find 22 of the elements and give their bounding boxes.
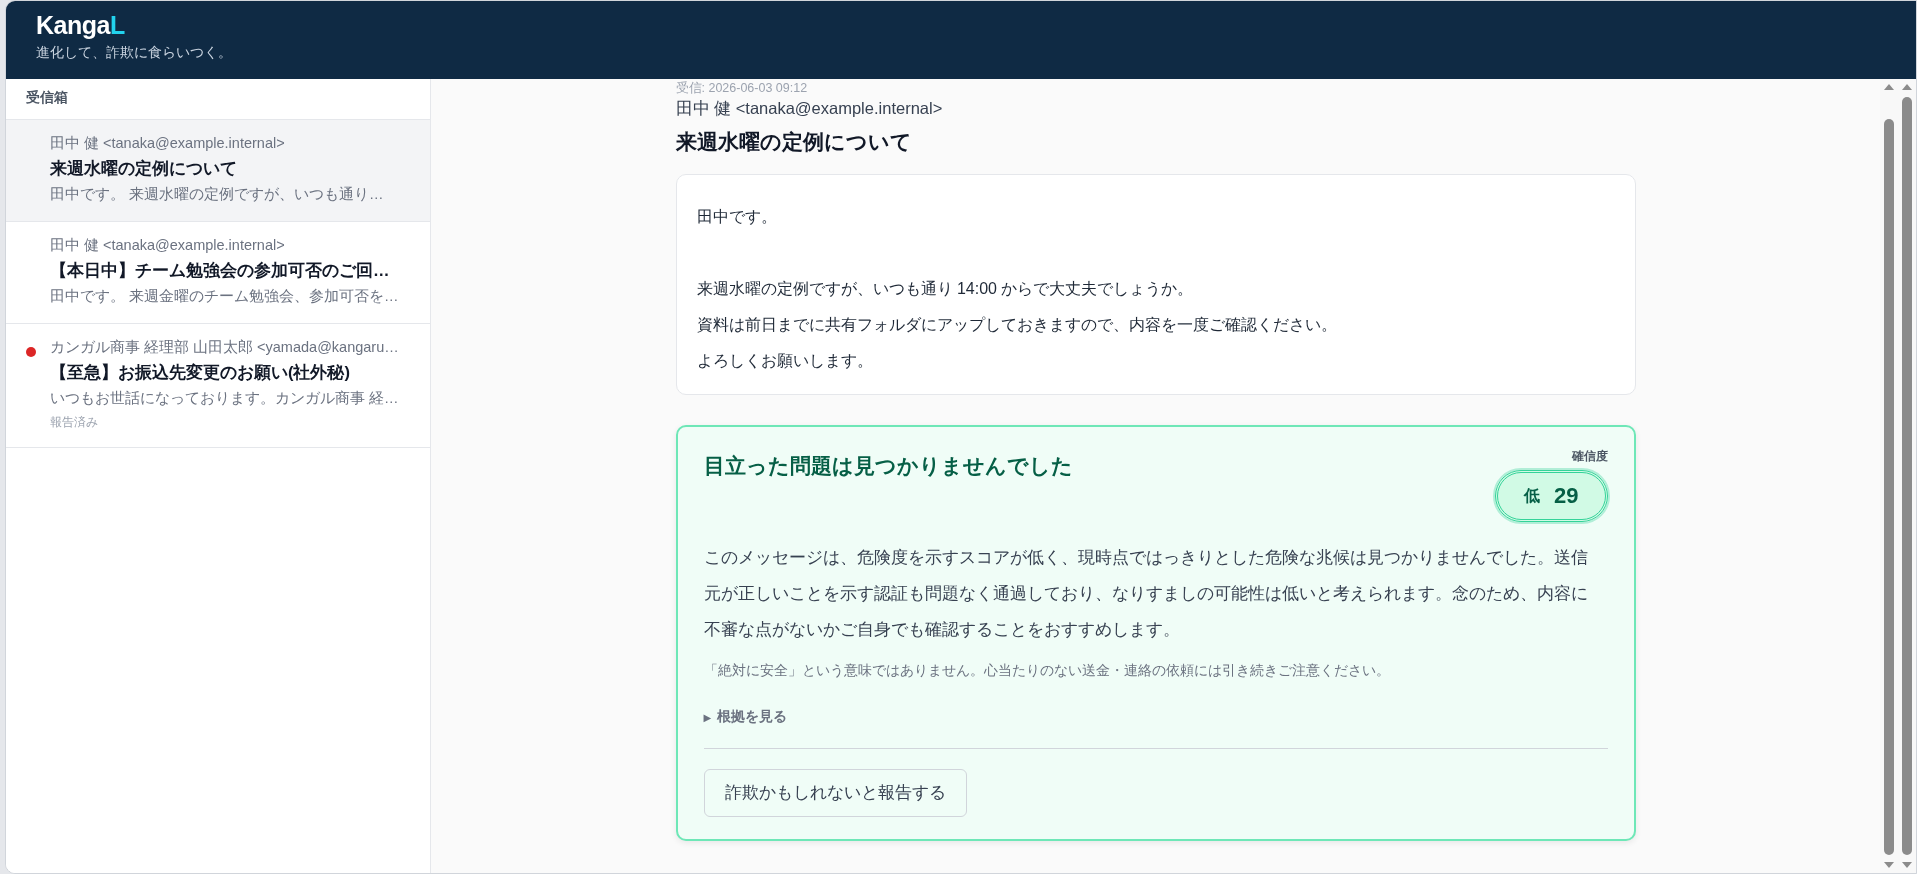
- mail-list-item[interactable]: 田中 健 <tanaka@example.internal> 来週水曜の定例について 田中です。 来週水曜の定例ですが、いつも通り…: [6, 120, 430, 221]
- message-subject: 来週水曜の定例について: [675, 129, 913, 155]
- confidence-label: 確信度: [1571, 449, 1608, 464]
- body-line: 来週水曜の定例ですが、いつも通り 14:00 からで大丈夫でしょうか。: [696, 279, 1195, 299]
- body-line: 資料は前日までに共有フォルダにアップしておきますので、内容を一度ご確認ください。: [696, 315, 1338, 335]
- mail-list-item[interactable]: 田中 健 <tanaka@example.internal> 【本日中】チーム勉強会の参加可否のご回… 田中です。 来週金曜のチーム勉強会、参加可否を…: [6, 222, 430, 323]
- scrollbar-thumb[interactable]: [1902, 97, 1912, 855]
- mail-list-item[interactable]: カンガル商事 経理部 山田太郎 <yamada@kangaru… 【至急】お振込先変更のお願い(社外秘) いつもお世話になっております。カンガル商事 経… 報告済み: [6, 324, 430, 447]
- report-button[interactable]: 詐欺かもしれないと報告する: [703, 769, 967, 817]
- app-logo: KangaL: [36, 11, 125, 40]
- received-date: 受信: 2026-06-03 09:12: [675, 81, 809, 96]
- verdict-note: 「絶対に安全」という意味ではありません。心当たりのない送金・連絡の依頼には引き続きご注意ください。: [703, 662, 1391, 680]
- body-line: よろしくお願いします。: [696, 351, 874, 371]
- risk-score: 29: [1554, 483, 1579, 509]
- sender-address: 田中 健 <tanaka@example.internal>: [675, 98, 944, 119]
- verdict-title: 目立った問題は見つかりませんでした: [703, 453, 1073, 479]
- body-line: 田中です。: [696, 207, 778, 227]
- details-toggle[interactable]: ▶ 根拠を見る: [703, 708, 788, 726]
- scrollbar-thumb[interactable]: [1884, 119, 1894, 855]
- app-tagline: 進化して、詐欺に食らいつく。: [36, 44, 233, 62]
- verdict-summary: このメッセージは、危険度を示すスコアが低く、現時点ではっきりとした危険な兆候は見つかりませんでした。送信元が正しいことを示す認証も問題なく通過しており、なりすましの可能性は低いと考えられます。念のため、内容に不審な点がないかご自身でも確認することをおすすめします。: [703, 547, 1589, 641]
- confidence-level: 低: [1524, 485, 1540, 506]
